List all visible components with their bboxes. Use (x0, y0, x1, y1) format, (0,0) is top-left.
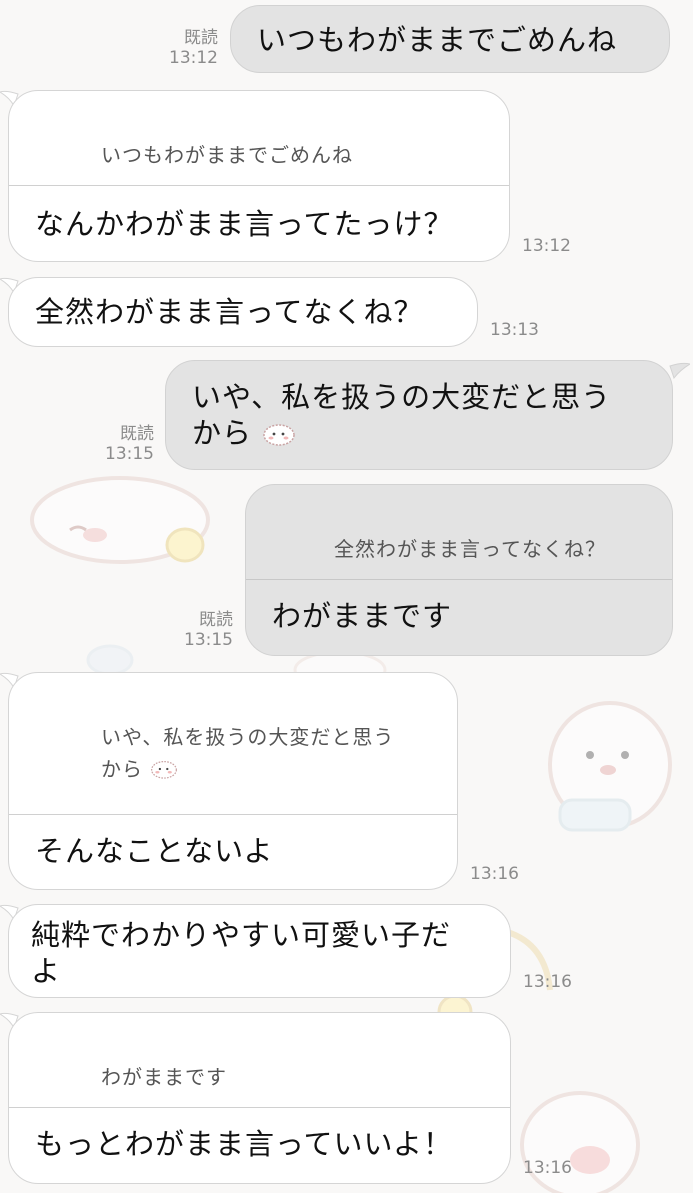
quoted-text-line: いや、私を扱うの大変だと思う (101, 725, 395, 749)
message-time: 13:16 (523, 972, 572, 992)
quoted-text-line-2: から (101, 753, 457, 785)
quoted-message: 全然わがまま言ってなくね？ (246, 485, 672, 580)
received-message[interactable]: 全然わがまま言ってなくね？ (8, 277, 478, 347)
bubble-tail (669, 362, 690, 380)
message-time: 13:16 (470, 864, 519, 884)
message-time: 13:15 (184, 630, 233, 650)
message-text-line: いや、私を扱うの大変だと思う (192, 380, 612, 414)
sent-reply-message[interactable]: 全然わがまま言ってなくね？ わがままです (245, 484, 673, 656)
sent-message[interactable]: いつもわがままでごめんね (230, 5, 670, 73)
read-receipt: 既読 13:12 (160, 28, 218, 68)
message-text: いつもわがままでごめんね (257, 23, 618, 57)
read-label: 既読 (199, 610, 233, 630)
message-text-line-2: よ (31, 954, 62, 988)
received-reply-message[interactable]: わがままです もっとわがまま言っていいよ！ (8, 1012, 511, 1184)
message-text: 全然わがまま言ってなくね？ (35, 295, 424, 329)
quoted-message: いつもわがままでごめんね (9, 91, 509, 186)
sent-message[interactable]: いや、私を扱うの大変だと思う から (165, 360, 673, 470)
received-message[interactable]: 純粋でわかりやすい可愛い子だ よ (8, 904, 511, 998)
fluffy-dog-sticker-icon (263, 424, 295, 446)
message-text-suffix: から (192, 416, 253, 450)
message-time: 13:13 (490, 320, 539, 340)
message-text: なんかわがまま言ってたっけ？ (35, 207, 454, 241)
read-receipt: 既読 13:15 (175, 610, 233, 650)
message-text: そんなことないよ (35, 834, 274, 868)
received-reply-message[interactable]: いや、私を扱うの大変だと思う から そんなことないよ (8, 672, 458, 890)
fluffy-dog-sticker-icon (151, 760, 178, 779)
message-text: わがままです (272, 599, 453, 633)
quoted-text: わがままです (101, 1065, 227, 1089)
read-label: 既読 (120, 424, 154, 444)
read-receipt: 既読 13:15 (96, 424, 154, 464)
message-time: 13:12 (169, 48, 218, 68)
quoted-message: わがままです (9, 1013, 510, 1108)
read-label: 既読 (184, 28, 218, 48)
message-text-line-2: から (166, 415, 672, 451)
message-time: 13:12 (522, 236, 571, 256)
quoted-text: いつもわがままでごめんね (101, 143, 353, 167)
message-time: 13:16 (523, 1158, 572, 1178)
received-reply-message[interactable]: いつもわがままでごめんね なんかわがまま言ってたっけ？ (8, 90, 510, 262)
message-text-line: 純粋でわかりやすい可愛い子だ (31, 918, 452, 952)
wallpaper-dog-sticker (548, 701, 672, 832)
quoted-message: いや、私を扱うの大変だと思う から (9, 673, 457, 815)
wallpaper-sheep-sticker (30, 476, 210, 564)
quoted-text: 全然わがまま言ってなくね？ (334, 537, 606, 561)
quoted-text-suffix: から (101, 757, 143, 781)
message-text: もっとわがまま言っていいよ！ (35, 1127, 453, 1161)
message-time: 13:15 (105, 444, 154, 464)
